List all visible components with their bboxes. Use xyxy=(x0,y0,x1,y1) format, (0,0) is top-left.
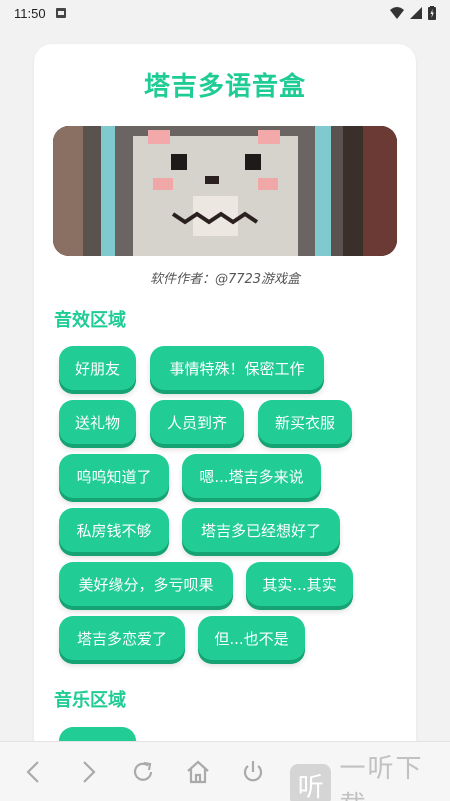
power-icon[interactable] xyxy=(239,758,267,786)
sound-button[interactable]: 嗯...塔吉多来说 xyxy=(182,454,321,498)
app-title: 塔吉多语音盒 xyxy=(143,72,306,102)
sound-button[interactable]: 塔吉多已经想好了 xyxy=(182,508,340,552)
battery-icon xyxy=(428,6,436,20)
main-card: 塔吉多语音盒 软件作者：@7723游戏盒 音效区域 好朋友 事情特殊！保密工作 … xyxy=(34,44,416,764)
sound-button[interactable]: 私房钱不够 xyxy=(59,508,169,552)
watermark: 听 一听下载 xyxy=(290,748,450,801)
sfx-section-title: 音效区域 xyxy=(54,310,126,331)
forward-icon[interactable] xyxy=(74,758,102,786)
back-icon[interactable] xyxy=(20,758,48,786)
banner-image xyxy=(53,126,397,256)
sound-button[interactable]: 呜呜知道了 xyxy=(59,454,169,498)
sound-button[interactable]: 送礼物 xyxy=(59,400,136,444)
status-time: 11:50 xyxy=(14,5,46,21)
notification-icon xyxy=(55,8,66,18)
sound-button[interactable]: 美好缘分，多亏呗果 xyxy=(59,562,233,606)
sound-button[interactable]: 塔吉多恋爱了 xyxy=(59,616,185,660)
watermark-logo-icon: 听 xyxy=(290,764,332,801)
sound-button[interactable]: 新买衣服 xyxy=(258,400,352,444)
signal-icon xyxy=(410,7,422,19)
bottom-nav-bar: 听 一听下载 xyxy=(0,741,450,801)
sound-button[interactable]: 其实...其实 xyxy=(246,562,353,606)
sound-button[interactable]: 事情特殊！保密工作 xyxy=(150,346,324,390)
author-credit: 软件作者：@7723游戏盒 xyxy=(149,272,301,287)
watermark-text: 一听下载 xyxy=(339,754,424,801)
wifi-icon xyxy=(390,7,404,19)
home-icon[interactable] xyxy=(184,758,212,786)
refresh-icon[interactable] xyxy=(129,758,157,786)
status-bar: 11:50 xyxy=(0,0,450,26)
sound-button[interactable]: 但...也不是 xyxy=(198,616,305,660)
music-section-title: 音乐区域 xyxy=(54,690,126,711)
sound-button[interactable]: 人员到齐 xyxy=(150,400,244,444)
sound-button[interactable]: 好朋友 xyxy=(59,346,136,390)
status-icons xyxy=(390,6,436,20)
